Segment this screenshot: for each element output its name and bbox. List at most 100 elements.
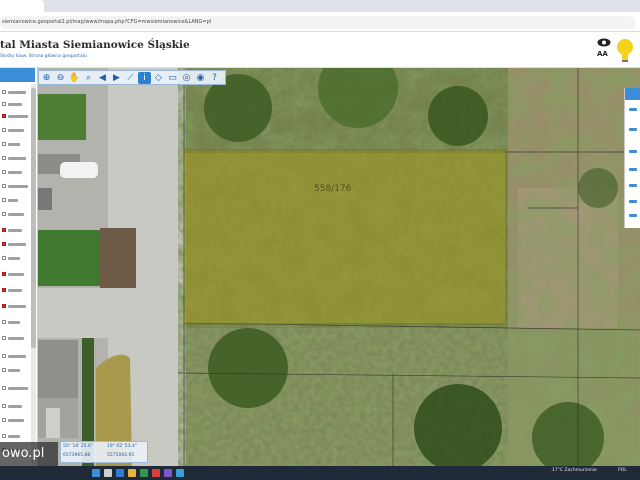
layer-label bbox=[8, 355, 26, 358]
layers-scrollbar-thumb[interactable] bbox=[31, 88, 36, 348]
layer-checkbox[interactable] bbox=[2, 418, 6, 422]
hand-icon: ✋ bbox=[68, 72, 81, 83]
layer-label bbox=[8, 387, 28, 390]
app-icon[interactable] bbox=[164, 469, 172, 477]
layer-checkbox[interactable] bbox=[2, 198, 6, 202]
help-button[interactable]: ? bbox=[208, 72, 221, 84]
layer-label bbox=[8, 199, 18, 202]
layer-checkbox[interactable] bbox=[2, 228, 6, 232]
browser-icon[interactable] bbox=[140, 469, 148, 477]
layer-label bbox=[8, 115, 28, 118]
browser-address-bar: siemianowice.geoportal2.pl/map/www/mapa.… bbox=[0, 12, 640, 32]
map-tool-row[interactable] bbox=[629, 150, 637, 153]
back-button[interactable]: ◀ bbox=[96, 72, 109, 84]
parcel-number-label: 558/176 bbox=[314, 184, 352, 194]
zoom-in-button[interactable]: ⊕ bbox=[40, 72, 53, 84]
screen: siemianowice.geoportal2.pl/map/www/mapa.… bbox=[0, 0, 640, 480]
file-explorer-icon[interactable] bbox=[128, 469, 136, 477]
layer-checkbox[interactable] bbox=[2, 170, 6, 174]
map-tool-row[interactable] bbox=[629, 184, 637, 187]
layer-label bbox=[8, 103, 22, 106]
app-icon[interactable] bbox=[176, 469, 184, 477]
layer-checkbox[interactable] bbox=[2, 404, 6, 408]
measure-area-button[interactable]: ◇ bbox=[152, 72, 165, 84]
coordinates-display: 50° 18' 25.6" 19° 02' 53.4" 6573965.88 5… bbox=[60, 441, 148, 463]
windows-start-icon[interactable] bbox=[92, 469, 100, 477]
app-icon[interactable] bbox=[152, 469, 160, 477]
layer-label bbox=[8, 305, 26, 308]
search-icon: ◎ bbox=[182, 72, 191, 83]
globe-icon: ◉ bbox=[196, 72, 205, 83]
layer-checkbox[interactable] bbox=[2, 336, 6, 340]
layer-label bbox=[8, 129, 24, 132]
print-button[interactable]: ▭ bbox=[166, 72, 179, 84]
layer-checkbox[interactable] bbox=[2, 128, 6, 132]
layer-label bbox=[8, 243, 26, 246]
zoom-out-button[interactable]: ⊖ bbox=[54, 72, 67, 84]
map-tool-row[interactable] bbox=[629, 108, 637, 111]
layer-label bbox=[8, 321, 20, 324]
layer-checkbox[interactable] bbox=[2, 386, 6, 390]
search-button[interactable]: ◎ bbox=[180, 72, 193, 84]
map-tools-panel bbox=[624, 88, 640, 228]
layer-label bbox=[8, 405, 22, 408]
task-view-icon[interactable] bbox=[116, 469, 124, 477]
layer-checkbox[interactable] bbox=[2, 156, 6, 160]
browser-tab[interactable] bbox=[0, 0, 44, 12]
layer-label bbox=[8, 213, 24, 216]
selected-parcel[interactable] bbox=[183, 149, 507, 325]
weather-status[interactable]: 17°C Zachmurzenie bbox=[552, 468, 597, 473]
layer-label bbox=[8, 157, 26, 160]
ruler-icon: ⟋ bbox=[127, 72, 134, 83]
legend-button[interactable]: ◉ bbox=[194, 72, 207, 84]
watermark: owo.pl bbox=[0, 442, 58, 466]
map-tool-row[interactable] bbox=[629, 128, 637, 131]
zoom-out-icon: ⊖ bbox=[56, 72, 65, 83]
map-view[interactable] bbox=[38, 68, 640, 466]
layer-checkbox[interactable] bbox=[2, 102, 6, 106]
map-tool-row[interactable] bbox=[629, 168, 637, 171]
info-button[interactable]: i bbox=[138, 71, 151, 84]
layer-label bbox=[8, 369, 20, 372]
layer-label bbox=[8, 171, 22, 174]
layer-checkbox[interactable] bbox=[2, 90, 6, 94]
language-indicator[interactable]: POL bbox=[618, 468, 627, 473]
layer-checkbox[interactable] bbox=[2, 368, 6, 372]
zoom-in-icon: ⊕ bbox=[42, 72, 51, 83]
layer-checkbox[interactable] bbox=[2, 288, 6, 292]
layer-checkbox[interactable] bbox=[2, 184, 6, 188]
map-tool-row[interactable] bbox=[629, 214, 637, 217]
site-header: tal Miasta Siemianowice Śląskie Skróty k… bbox=[0, 32, 640, 68]
map-toolbar: ⊕ ⊖ ✋ ⌕ ◀ ▶ ⟋ i ◇ ▭ ◎ ◉ ? bbox=[38, 70, 226, 85]
layer-checkbox[interactable] bbox=[2, 304, 6, 308]
layer-label bbox=[8, 229, 22, 232]
layer-checkbox[interactable] bbox=[2, 434, 6, 438]
pan-button[interactable]: ✋ bbox=[68, 72, 81, 84]
layer-checkbox[interactable] bbox=[2, 272, 6, 276]
search-icon[interactable] bbox=[104, 469, 112, 477]
windows-taskbar: 17°C Zachmurzenie POL bbox=[0, 466, 640, 480]
layer-checkbox[interactable] bbox=[2, 256, 6, 260]
layer-checkbox[interactable] bbox=[2, 354, 6, 358]
layer-label bbox=[8, 185, 28, 188]
eye-icon[interactable] bbox=[597, 38, 611, 47]
site-title: tal Miasta Siemianowice Śląskie bbox=[0, 39, 190, 51]
zoom-box-button[interactable]: ⌕ bbox=[82, 72, 95, 84]
info-icon: i bbox=[143, 72, 146, 83]
layer-checkbox[interactable] bbox=[2, 212, 6, 216]
map-tool-row[interactable] bbox=[629, 200, 637, 203]
layer-label bbox=[8, 143, 20, 146]
layer-checkbox[interactable] bbox=[2, 242, 6, 246]
lightbulb-icon[interactable] bbox=[616, 38, 634, 64]
map-tools-panel-header[interactable] bbox=[625, 88, 640, 100]
layer-checkbox[interactable] bbox=[2, 142, 6, 146]
site-subtitle-links[interactable]: Skróty klaw. Strona główna geoportalu bbox=[0, 54, 87, 59]
layer-checkbox[interactable] bbox=[2, 320, 6, 324]
measure-length-button[interactable]: ⟋ bbox=[124, 72, 137, 84]
url-field[interactable]: siemianowice.geoportal2.pl/map/www/mapa.… bbox=[0, 16, 636, 29]
text-size-toggle[interactable]: AA bbox=[597, 50, 608, 58]
coord-y: 5575064.95 bbox=[107, 453, 135, 458]
layers-panel-header[interactable] bbox=[0, 68, 35, 82]
layer-checkbox[interactable] bbox=[2, 114, 6, 118]
forward-button[interactable]: ▶ bbox=[110, 72, 123, 84]
